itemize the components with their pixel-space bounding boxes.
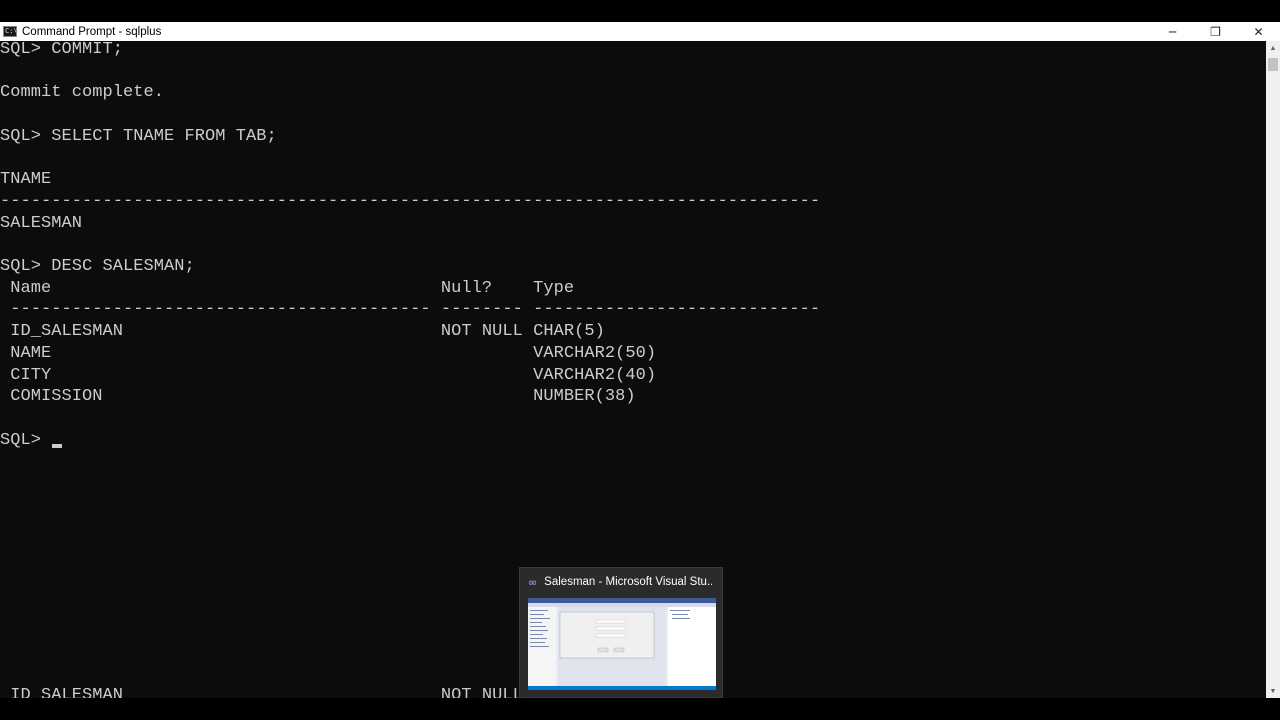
minimize-button[interactable]: ─ <box>1151 22 1194 41</box>
scrollbar-thumb[interactable] <box>1268 58 1278 71</box>
restore-button[interactable]: ❐ <box>1194 22 1237 41</box>
console-line: ----------------------------------------… <box>0 191 821 211</box>
title-bar[interactable]: C:\ Command Prompt - sqlplus ─ ❐ ✕ <box>0 22 1280 41</box>
close-button[interactable]: ✕ <box>1237 22 1280 41</box>
console-line: SQL> COMMIT; <box>0 41 124 59</box>
visual-studio-screenshot-preview <box>528 598 716 690</box>
console-line: SQL> SELECT TNAME FROM TAB; <box>0 126 277 146</box>
preview-title: Salesman - Microsoft Visual Stu... <box>544 576 713 588</box>
vertical-scrollbar[interactable]: ▲ ▼ <box>1266 41 1280 698</box>
console-line: NAME VARCHAR2(50) <box>0 343 657 363</box>
scroll-up-arrow-icon[interactable]: ▲ <box>1266 41 1280 55</box>
console-line: TNAME <box>0 170 52 190</box>
text-cursor <box>52 444 62 448</box>
console-line: ----------------------------------------… <box>0 300 821 320</box>
visual-studio-icon: ∞ <box>528 575 538 589</box>
console-line: ID_SALESMAN NOT NULL CHAR(5) <box>0 322 605 342</box>
scroll-down-arrow-icon[interactable]: ▼ <box>1266 684 1280 698</box>
window-title: Command Prompt - sqlplus <box>22 25 162 38</box>
console-line: CITY VARCHAR2(40) <box>0 365 657 385</box>
command-prompt-icon: C:\ <box>3 26 17 37</box>
console-line: Commit complete. <box>0 83 165 103</box>
taskbar-window-preview[interactable]: ∞ Salesman - Microsoft Visual Stu... <box>519 567 723 698</box>
console-line: Name Null? Type <box>0 278 575 298</box>
console-line: SALESMAN <box>0 213 83 233</box>
sql-prompt: SQL> <box>0 430 52 450</box>
window-controls: ─ ❐ ✕ <box>1151 22 1280 41</box>
console-line: SQL> DESC SALESMAN; <box>0 257 195 276</box>
preview-image <box>528 598 716 690</box>
console-line: COMISSION NUMBER(38) <box>0 387 636 407</box>
top-black-bar <box>0 0 1280 22</box>
bottom-black-bar <box>0 698 1280 720</box>
console-line-partial: ID_SALESMAN NOT NULL <box>0 686 523 698</box>
